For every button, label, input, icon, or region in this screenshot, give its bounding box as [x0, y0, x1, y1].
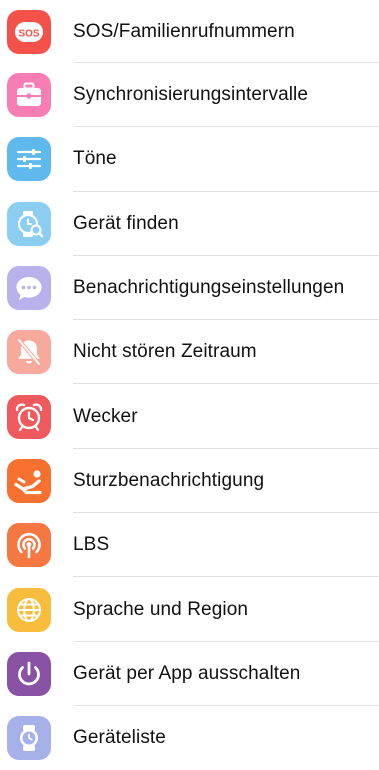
settings-item-label: Nicht stören Zeitraum: [73, 341, 257, 363]
settings-item-label: Gerät finden: [73, 212, 179, 234]
fall-person-icon: [7, 458, 51, 503]
find-watch-icon: [7, 201, 51, 246]
bell-off-icon: [7, 330, 51, 375]
settings-item-fall-notification[interactable]: Sturzbenachrichtigung: [0, 449, 379, 514]
watch-icon: [7, 716, 51, 761]
settings-item-find-device[interactable]: Gerät finden: [0, 192, 379, 256]
power-icon: [7, 651, 51, 696]
settings-item-lbs[interactable]: LBS: [0, 513, 379, 578]
settings-item-label: Wecker: [73, 405, 138, 427]
settings-item-label: Benachrichtigungseinstellungen: [73, 277, 345, 299]
settings-item-notification-settings[interactable]: Benachrichtigungseinstellungen: [0, 256, 379, 321]
settings-item-sos[interactable]: SOS SOS/Familienrufnummern: [0, 0, 379, 63]
globe-icon: [7, 587, 51, 632]
settings-item-label: Töne: [73, 148, 117, 170]
settings-item-label: Gerät per App ausschalten: [73, 662, 301, 684]
settings-item-language-region[interactable]: Sprache und Region: [0, 577, 379, 642]
chat-bubble-icon: [7, 266, 51, 311]
sos-icon: SOS: [7, 9, 51, 54]
settings-list: SOS SOS/Familienrufnummern Synchronisier…: [0, 0, 379, 770]
location-signal-icon: [7, 523, 51, 568]
briefcase-icon: [7, 73, 51, 118]
settings-item-label: Sprache und Region: [73, 598, 249, 620]
settings-item-device-list[interactable]: Geräteliste: [0, 706, 379, 770]
alarm-clock-icon: [7, 394, 51, 439]
settings-item-sync-intervals[interactable]: Synchronisierungsintervalle: [0, 63, 379, 128]
settings-item-label: Synchronisierungsintervalle: [73, 84, 309, 106]
sliders-icon: [7, 137, 51, 182]
settings-item-alarm[interactable]: Wecker: [0, 384, 379, 449]
sos-icon-text: SOS: [18, 28, 39, 39]
settings-item-label: SOS/Familienrufnummern: [73, 20, 295, 42]
settings-item-power-off-device[interactable]: Gerät per App ausschalten: [0, 642, 379, 706]
settings-item-label: Geräteliste: [73, 727, 166, 749]
settings-item-label: Sturzbenachrichtigung: [73, 469, 265, 491]
settings-item-do-not-disturb[interactable]: Nicht stören Zeitraum: [0, 320, 379, 385]
settings-item-label: LBS: [73, 534, 110, 556]
settings-item-tones[interactable]: Töne: [0, 127, 379, 192]
